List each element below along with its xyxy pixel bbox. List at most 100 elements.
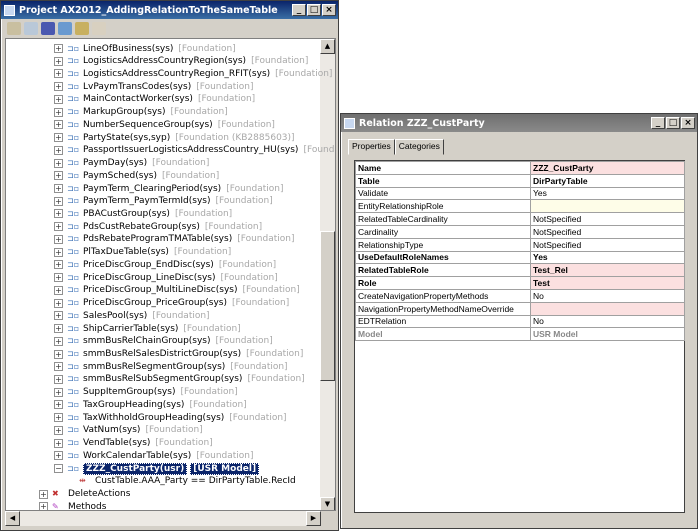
properties-icon[interactable] xyxy=(24,21,38,35)
compile-icon[interactable] xyxy=(41,21,55,35)
property-value[interactable]: DirPartyTable xyxy=(530,173,685,188)
property-value[interactable]: NotSpecified xyxy=(530,224,685,239)
tree-item[interactable]: + ⊐▫ SalesPool(sys) [Foundation] xyxy=(54,309,210,322)
tree-item[interactable]: + ⊐▫ PaymSched(sys) [Foundation] xyxy=(54,169,219,182)
expand-icon[interactable]: + xyxy=(54,260,63,270)
property-row[interactable]: Cardinality NotSpecified xyxy=(355,224,685,239)
property-row[interactable]: RelatedTableCardinality NotSpecified xyxy=(355,212,685,226)
expand-icon[interactable]: + xyxy=(54,285,63,295)
expand-icon[interactable]: + xyxy=(54,133,63,143)
expand-icon[interactable]: + xyxy=(54,222,63,232)
expand-icon[interactable]: + xyxy=(54,349,63,359)
minimize-button[interactable]: _ xyxy=(651,117,665,129)
tree-item[interactable]: + ⊐▫ PriceDiscGroup_MultiLineDisc(sys) [Fou… xyxy=(54,284,300,297)
filter-icon[interactable] xyxy=(75,21,89,35)
maximize-button[interactable]: □ xyxy=(666,117,680,129)
tab-properties[interactable]: Properties xyxy=(348,139,395,155)
tree-item[interactable]: + ⊐▫ PaymTerm_ClearingPeriod(sys) [Foundati… xyxy=(54,182,283,195)
scroll-down-button[interactable]: ▼ xyxy=(320,497,335,510)
close-button[interactable]: × xyxy=(681,117,695,129)
expand-icon[interactable]: + xyxy=(54,56,63,66)
tree-item[interactable]: + ⊐▫ LogisticsAddressCountryRegion(sys) [Fo… xyxy=(54,55,308,68)
property-value[interactable] xyxy=(530,301,685,316)
tree-item[interactable]: + ✖ DeleteActions xyxy=(39,488,130,501)
property-value[interactable]: Test xyxy=(530,276,685,290)
property-value[interactable] xyxy=(530,199,685,214)
expand-icon[interactable]: + xyxy=(39,489,48,499)
expand-icon[interactable]: + xyxy=(54,69,63,79)
minimize-button[interactable]: _ xyxy=(292,4,306,16)
tree-item[interactable]: + ⊐▫ MarkupGroup(sys) [Foundation] xyxy=(54,106,228,119)
expand-icon[interactable]: + xyxy=(54,387,63,397)
tree-item[interactable]: + ⊐▫ PlTaxDueTable(sys) [Foundation] xyxy=(54,246,231,259)
expand-icon[interactable]: + xyxy=(54,171,63,181)
tree-item[interactable]: + ⊐▫ LvPaymTransCodes(sys) [Foundation] xyxy=(54,80,253,93)
expand-icon[interactable]: + xyxy=(54,158,63,168)
tree-item[interactable]: ⇹ CustTable.AAA_Party == DirPartyTable.Re… xyxy=(79,475,296,488)
tree-item[interactable]: + ⊐▫ VendTable(sys) [Foundation] xyxy=(54,437,213,450)
tree-item[interactable]: − ⊐▫ ZZZ_CustParty(usr) [USR Model] xyxy=(54,462,260,475)
tree-item[interactable]: + ✎ Methods xyxy=(39,500,106,510)
tree-item[interactable]: + ⊐▫ smmBusRelSegmentGroup(sys) [Foundation… xyxy=(54,360,288,373)
property-value[interactable]: NotSpecified xyxy=(530,237,685,252)
expand-icon[interactable]: + xyxy=(54,451,63,461)
tree-item[interactable]: + ⊐▫ smmBusRelChainGroup(sys) [Foundation] xyxy=(54,335,273,348)
property-row[interactable]: Table DirPartyTable xyxy=(355,173,685,188)
tree-item[interactable]: + ⊐▫ smmBusRelSalesDistrictGroup(sys) [Foun… xyxy=(54,348,303,361)
tree-item[interactable]: + ⊐▫ PaymTerm_PaymTermId(sys) [Foundation] xyxy=(54,195,273,208)
property-row[interactable]: RelatedTableRole Test_Rel xyxy=(355,263,685,278)
property-row[interactable]: Name ZZZ_CustParty xyxy=(355,161,685,175)
tree-item[interactable]: + ⊐▫ VatNum(sys) [Foundation] xyxy=(54,424,203,437)
scroll-left-button[interactable]: ◀ xyxy=(5,511,20,526)
expand-icon[interactable]: + xyxy=(54,413,63,423)
expand-icon[interactable]: + xyxy=(54,234,63,244)
property-row[interactable]: NavigationPropertyMethodNameOverride xyxy=(355,301,685,316)
scroll-right-button[interactable]: ▶ xyxy=(306,511,321,526)
property-row[interactable]: EDTRelation No xyxy=(355,314,685,329)
tab-categories[interactable]: Categories xyxy=(394,139,444,155)
tree-item[interactable]: + ⊐▫ PriceDiscGroup_PriceGroup(sys) [Founda… xyxy=(54,297,289,310)
property-value[interactable]: NotSpecified xyxy=(530,212,685,226)
expand-icon[interactable]: + xyxy=(54,400,63,410)
tree-item[interactable]: + ⊐▫ PriceDiscGroup_LineDisc(sys) [Foundati… xyxy=(54,271,278,284)
expand-icon[interactable]: + xyxy=(54,425,63,435)
sync-icon[interactable] xyxy=(58,21,72,35)
tree-item[interactable]: + ⊐▫ PBACustGroup(sys) [Foundation] xyxy=(54,207,232,220)
property-value[interactable]: No xyxy=(530,288,685,303)
expand-icon[interactable]: + xyxy=(54,107,63,117)
expand-icon[interactable]: + xyxy=(54,44,63,53)
expand-icon[interactable]: + xyxy=(54,374,63,384)
property-row[interactable]: CreateNavigationPropertyMethods No xyxy=(355,288,685,303)
scroll-thumb[interactable] xyxy=(320,231,335,381)
expand-icon[interactable]: + xyxy=(54,196,63,206)
property-value[interactable]: ZZZ_CustParty xyxy=(530,161,685,175)
horizontal-scrollbar[interactable]: ◀ ▶ xyxy=(5,511,321,526)
collapse-icon[interactable]: − xyxy=(54,464,63,474)
expand-icon[interactable]: + xyxy=(54,298,63,308)
maximize-button[interactable]: □ xyxy=(307,4,321,16)
property-value[interactable]: Yes xyxy=(530,250,685,265)
tree-item[interactable]: + ⊐▫ PdsCustRebateGroup(sys) [Foundation] xyxy=(54,220,262,233)
property-value[interactable]: USR Model xyxy=(530,327,685,342)
expand-icon[interactable]: + xyxy=(54,362,63,372)
tree-item[interactable]: + ⊐▫ LogisticsAddressCountryRegion_RFIT(sy… xyxy=(54,67,332,80)
tree-item[interactable]: + ⊐▫ NumberSequenceGroup(sys) [Foundation] xyxy=(54,118,275,131)
expand-icon[interactable]: + xyxy=(54,82,63,92)
tree-item[interactable]: + ⊐▫ WorkCalendarTable(sys) [Foundation] xyxy=(54,449,254,462)
property-row[interactable]: UseDefaultRoleNames Yes xyxy=(355,250,685,265)
tree-item[interactable]: + ⊐▫ PdsRebateProgramTMATable(sys) [Foundat… xyxy=(54,233,294,246)
tree-item[interactable]: + ⊐▫ MainContactWorker(sys) [Foundation] xyxy=(54,93,255,106)
scroll-up-button[interactable]: ▲ xyxy=(320,39,335,54)
tree-item[interactable]: + ⊐▫ SuppItemGroup(sys) [Foundation] xyxy=(54,386,238,399)
vertical-scrollbar[interactable]: ▲ ▼ xyxy=(320,39,335,510)
property-row[interactable]: EntityRelationshipRole xyxy=(355,199,685,214)
expand-icon[interactable]: + xyxy=(54,273,63,283)
expand-icon[interactable]: + xyxy=(54,324,63,334)
property-row[interactable]: Model USR Model xyxy=(355,327,685,342)
property-row[interactable]: RelationshipType NotSpecified xyxy=(355,237,685,252)
tree-item[interactable]: + ⊐▫ PartyState(sys,syp) [Foundation (KB288… xyxy=(54,131,295,144)
property-row[interactable]: Role Test xyxy=(355,276,685,290)
property-title-bar[interactable]: Relation ZZZ_CustParty _ □ × xyxy=(341,114,697,132)
tree-item[interactable]: + ⊐▫ PaymDay(sys) [Foundation] xyxy=(54,157,209,170)
close-button[interactable]: × xyxy=(322,4,336,16)
